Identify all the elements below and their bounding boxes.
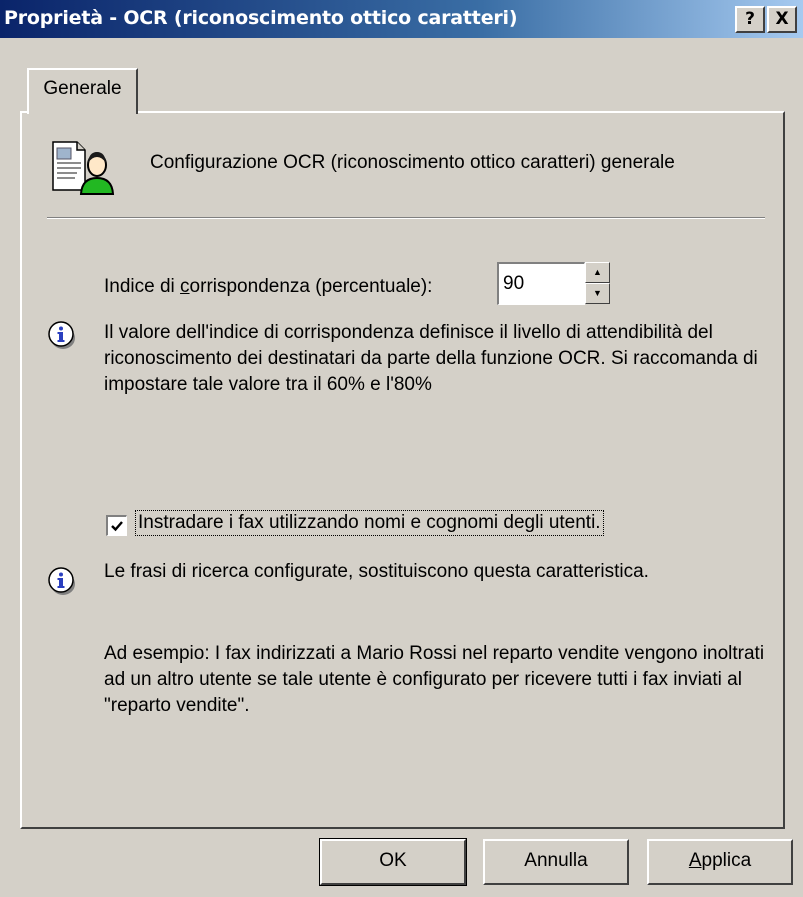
ok-label: OK <box>379 850 407 871</box>
ok-button[interactable]: OK <box>319 838 467 886</box>
title-bar[interactable]: Proprietà - OCR (riconoscimento ottico c… <box>0 0 803 38</box>
close-button[interactable]: X <box>767 6 797 33</box>
apply-button[interactable]: Applica <box>647 839 793 885</box>
cancel-button[interactable]: Annulla <box>483 839 629 885</box>
tab-panel <box>20 111 785 829</box>
tab-label: Generale <box>43 78 122 99</box>
help-button[interactable]: ? <box>735 6 765 33</box>
close-icon: X <box>775 9 789 29</box>
cancel-label: Annulla <box>524 850 588 871</box>
tab-generale[interactable]: Generale <box>27 68 138 114</box>
apply-label: Applica <box>688 850 752 871</box>
help-icon: ? <box>745 9 755 29</box>
window-title: Proprietà - OCR (riconoscimento ottico c… <box>4 7 518 29</box>
